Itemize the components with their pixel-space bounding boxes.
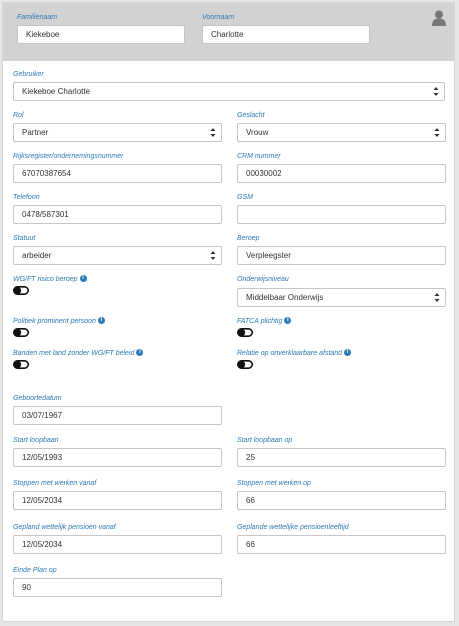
politiek-toggle[interactable] [13, 328, 29, 337]
relatie-label: Relatie op onverklaarbare afstand i [237, 349, 352, 358]
wgft-label: WG/FT risico beroep i [13, 275, 87, 284]
telefoon-input[interactable]: 0478/587301 [13, 205, 222, 224]
stoppen-vanaf-label: Stoppen met werken vanaf [13, 480, 97, 487]
geslacht-value: Vrouw [246, 128, 269, 137]
banden-toggle[interactable] [13, 360, 29, 369]
statuut-label: Statuut [13, 235, 36, 242]
familienaam-label: Familienaam [17, 14, 58, 21]
banden-label: Banden met land zonder WG/FT beleid i [13, 349, 144, 358]
start-loopbaan-op-input[interactable]: 25 [237, 448, 446, 467]
relatie-toggle[interactable] [237, 360, 253, 369]
wgft-label-text: WG/FT risico beroep [13, 276, 78, 283]
start-loopbaan-op-label: Start loopbaan op [237, 437, 293, 444]
info-icon[interactable]: i [284, 317, 292, 324]
geboortedatum-input[interactable]: 03/07/1967 [13, 406, 222, 425]
profile-card: Familienaam Kiekeboe Voornaam Charlotte … [2, 2, 455, 622]
statuut-value: arbeider [22, 251, 52, 260]
voornaam-input[interactable]: Charlotte [202, 25, 370, 44]
einde-plan-label: Einde Plan op [13, 567, 57, 574]
gsm-label: GSM [237, 194, 253, 201]
voornaam-label: Voornaam [202, 14, 235, 21]
fatca-label-text: FATCA plichtig [237, 318, 283, 325]
start-loopbaan-label: Start loopbaan [13, 437, 59, 444]
banden-label-text: Banden met land zonder WG/FT beleid [13, 350, 135, 357]
info-icon[interactable]: i [344, 349, 352, 356]
fatca-toggle[interactable] [237, 328, 253, 337]
stoppen-vanaf-input[interactable]: 12/05/2034 [13, 491, 222, 510]
einde-plan-input[interactable]: 90 [13, 578, 222, 597]
fatca-label: FATCA plichtig i [237, 317, 292, 326]
pensioen-vanaf-input[interactable]: 12/05/2034 [13, 535, 222, 554]
wgft-toggle[interactable] [13, 286, 29, 295]
start-loopbaan-input[interactable]: 12/05/1993 [13, 448, 222, 467]
pensioen-leeftijd-input[interactable]: 66 [237, 535, 446, 554]
onderwijs-value: Middelbaar Onderwijs [246, 293, 324, 302]
rijksregister-input[interactable]: 67070387654 [13, 164, 222, 183]
gsm-input[interactable] [237, 205, 446, 224]
onderwijs-select[interactable]: Middelbaar Onderwijs [237, 288, 446, 307]
beroep-input[interactable]: Verpleegster [237, 246, 446, 265]
user-icon[interactable] [432, 10, 446, 26]
info-icon[interactable]: i [79, 275, 87, 282]
geslacht-label: Geslacht [237, 112, 265, 119]
rijksregister-label: Rijksregister/ondernemingsnummer [13, 153, 124, 160]
geboortedatum-label: Geboortedatum [13, 395, 62, 402]
crm-input[interactable]: 00030002 [237, 164, 446, 183]
pensioen-leeftijd-label: Geplande wettelijke pensioenleeftijd [237, 524, 349, 531]
header-panel: Familienaam Kiekeboe Voornaam Charlotte [3, 3, 454, 61]
geslacht-select[interactable]: Vrouw [237, 123, 446, 142]
gebruiker-value: Kiekeboe Charlotte [22, 87, 91, 96]
politiek-label: Politiek prominent persoon i [13, 317, 105, 326]
select-arrows-icon [210, 250, 216, 261]
telefoon-label: Telefoon [13, 194, 40, 201]
gebruiker-select[interactable]: Kiekeboe Charlotte [13, 82, 445, 101]
statuut-select[interactable]: arbeider [13, 246, 222, 265]
onderwijs-label: Onderwijsniveau [237, 276, 289, 283]
rol-label: Rol [13, 112, 24, 119]
familienaam-input[interactable]: Kiekeboe [17, 25, 185, 44]
rol-select[interactable]: Partner [13, 123, 222, 142]
info-icon[interactable]: i [97, 317, 105, 324]
politiek-label-text: Politiek prominent persoon [13, 318, 96, 325]
rol-value: Partner [22, 128, 49, 137]
gebruiker-label: Gebruiker [13, 71, 44, 78]
crm-label: CRM nummer [237, 153, 281, 160]
stoppen-op-label: Stoppen met werken op [237, 480, 311, 487]
info-icon[interactable]: i [136, 349, 144, 356]
stoppen-op-input[interactable]: 66 [237, 491, 446, 510]
relatie-label-text: Relatie op onverklaarbare afstand [237, 350, 343, 357]
pensioen-vanaf-label: Gepland wettelijk pensioen vanaf [13, 524, 116, 531]
select-arrows-icon [433, 86, 439, 97]
select-arrows-icon [210, 127, 216, 138]
select-arrows-icon [434, 127, 440, 138]
beroep-label: Beroep [237, 235, 260, 242]
select-arrows-icon [434, 292, 440, 303]
